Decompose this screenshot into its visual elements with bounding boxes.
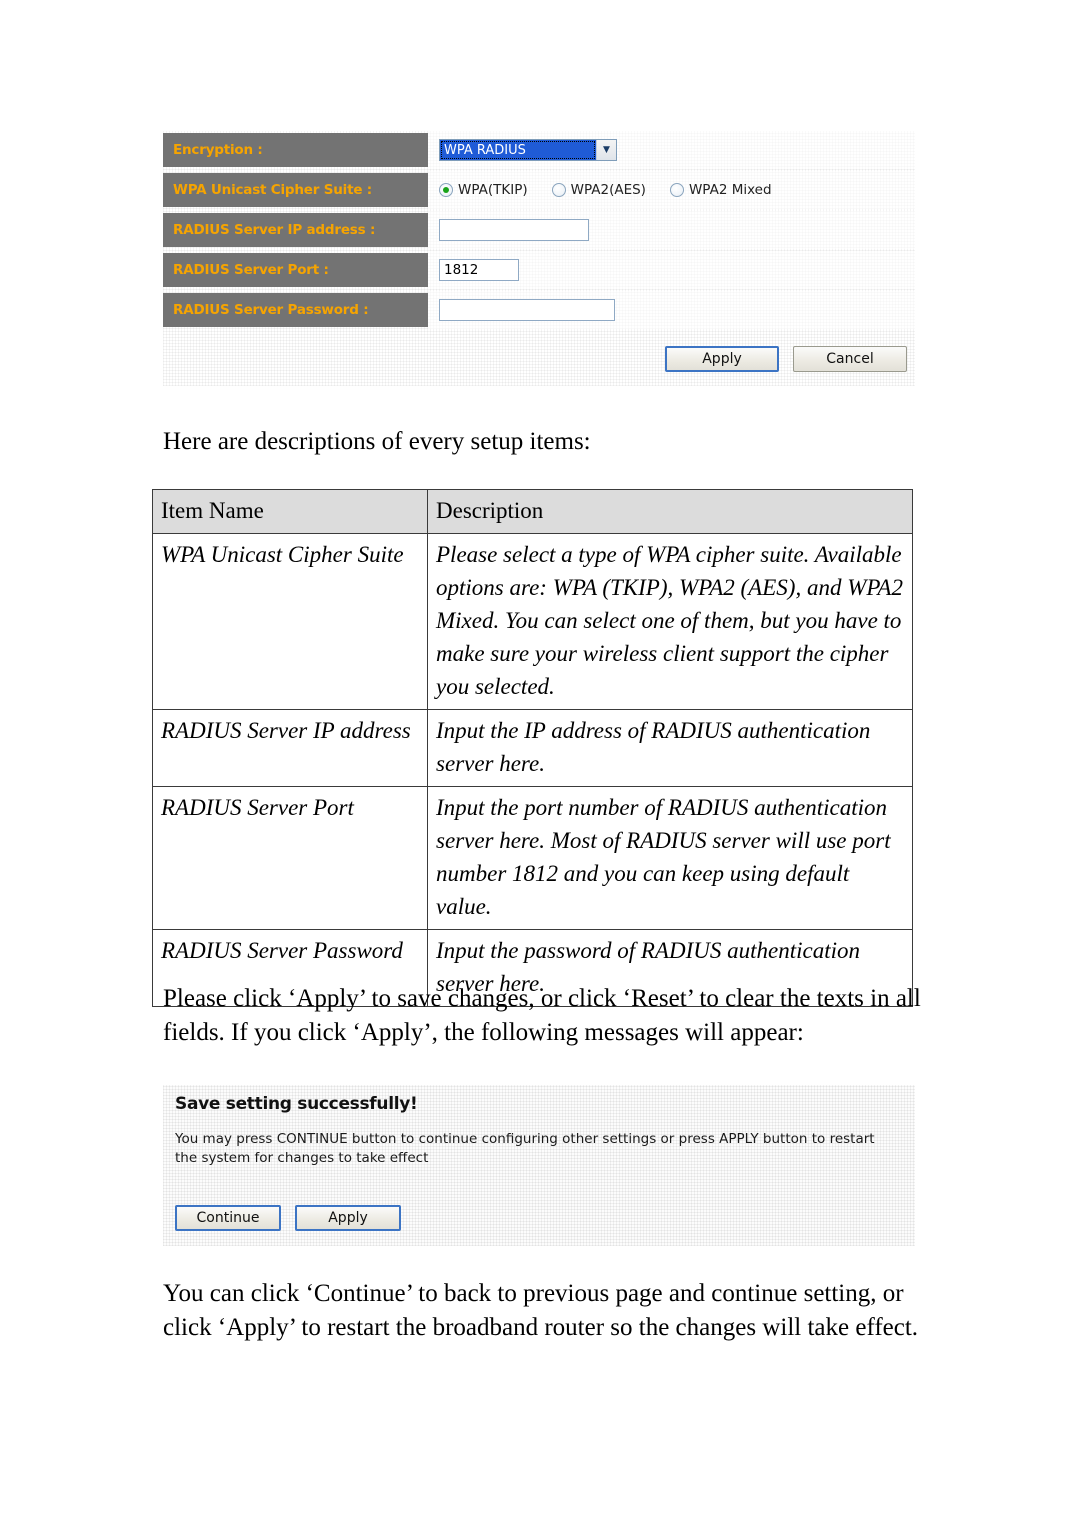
field-cipher-suite: WPA(TKIP) WPA2(AES) WPA2 Mixed (428, 171, 915, 209)
router-encryption-panel: Encryption : WPA RADIUS ▼ WPA Unicast Ci… (163, 131, 915, 386)
form-row-cipher-suite: WPA Unicast Cipher Suite : WPA(TKIP) WPA… (163, 171, 915, 209)
table-header-item-name: Item Name (152, 489, 428, 534)
encryption-select[interactable]: WPA RADIUS ▼ (439, 139, 617, 161)
form-row-encryption: Encryption : WPA RADIUS ▼ (163, 131, 915, 169)
label-radius-server-port: RADIUS Server Port : (163, 253, 428, 287)
save-setting-panel: Save setting successfully! You may press… (163, 1085, 915, 1246)
paragraph-continue-apply: You can click ‘Continue’ to back to prev… (163, 1280, 919, 1341)
radio-label-wpa2-aes: WPA2(AES) (570, 182, 646, 198)
label-encryption: Encryption : (163, 133, 428, 167)
cancel-button[interactable]: Cancel (793, 346, 907, 372)
table-cell-item: RADIUS Server Port (152, 786, 428, 930)
apply-button[interactable]: Apply (665, 346, 779, 372)
label-radius-server-ip: RADIUS Server IP address : (163, 213, 428, 247)
table-cell-item: RADIUS Server IP address (152, 709, 428, 787)
form-row-radius-ip: RADIUS Server IP address : (163, 211, 915, 249)
radius-server-password-input[interactable] (439, 299, 615, 321)
radio-wpa2-mixed[interactable]: WPA2 Mixed (669, 182, 772, 198)
paragraph-apply-reset: Please click ‘Apply’ to save changes, or… (163, 985, 921, 1046)
radio-label-wpa2-mixed: WPA2 Mixed (688, 182, 772, 198)
chevron-down-icon[interactable]: ▼ (596, 140, 616, 160)
intro-line: Here are descriptions of every setup ite… (163, 428, 591, 455)
setup-items-description-table: Item Name Description WPA Unicast Cipher… (152, 489, 913, 1007)
table-row: WPA Unicast Cipher Suite Please select a… (152, 533, 913, 710)
field-encryption: WPA RADIUS ▼ (428, 131, 915, 169)
field-radius-ip (428, 211, 915, 249)
field-radius-password (428, 291, 915, 329)
field-radius-port (428, 251, 915, 289)
radio-indicator-icon[interactable] (669, 183, 684, 197)
table-cell-description: Input the port number of RADIUS authenti… (427, 786, 913, 930)
save-panel-button-bar: Continue Apply (175, 1205, 401, 1231)
label-wpa-unicast-cipher-suite: WPA Unicast Cipher Suite : (163, 173, 428, 207)
form-row-radius-password: RADIUS Server Password : (163, 291, 915, 329)
apply-button-dialog[interactable]: Apply (295, 1205, 401, 1231)
table-cell-description: Please select a type of WPA cipher suite… (427, 533, 913, 710)
table-cell-item: WPA Unicast Cipher Suite (152, 533, 428, 710)
cipher-suite-radio-group: WPA(TKIP) WPA2(AES) WPA2 Mixed (439, 182, 772, 198)
table-header-description: Description (427, 489, 913, 534)
table-cell-description: Input the IP address of RADIUS authentic… (427, 709, 913, 787)
save-setting-title: Save setting successfully! (175, 1094, 418, 1114)
radius-server-port-input[interactable] (439, 259, 519, 281)
label-radius-server-password: RADIUS Server Password : (163, 293, 428, 327)
table-header-row: Item Name Description (152, 489, 913, 534)
panel-button-bar: Apply Cancel (665, 346, 907, 372)
encryption-select-value: WPA RADIUS (440, 140, 596, 160)
table-row: RADIUS Server IP address Input the IP ad… (152, 709, 913, 787)
save-setting-message: You may press CONTINUE button to continu… (175, 1131, 875, 1166)
radio-indicator-icon[interactable] (439, 183, 453, 197)
radius-server-ip-input[interactable] (439, 219, 589, 241)
continue-button[interactable]: Continue (175, 1205, 281, 1231)
radio-indicator-icon[interactable] (551, 183, 566, 197)
radio-wpa-tkip[interactable]: WPA(TKIP) (439, 182, 528, 198)
table-row: RADIUS Server Port Input the port number… (152, 786, 913, 930)
radio-label-wpa-tkip: WPA(TKIP) (458, 182, 528, 198)
form-row-radius-port: RADIUS Server Port : (163, 251, 915, 289)
radio-wpa2-aes[interactable]: WPA2(AES) (551, 182, 646, 198)
